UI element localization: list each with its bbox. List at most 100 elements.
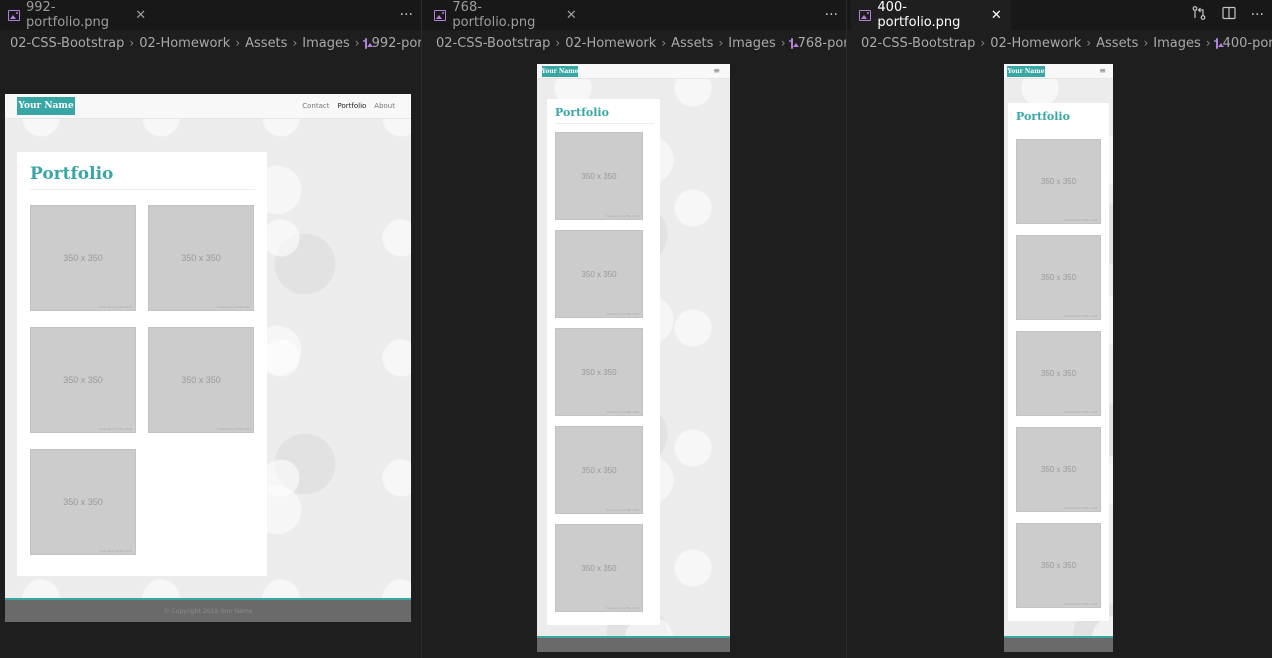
chevron-right-icon: › xyxy=(1086,36,1092,50)
image-file-icon xyxy=(8,9,20,21)
site-nav-links: Contact Portfolio About xyxy=(302,102,395,110)
breadcrumb-item[interactable]: Assets xyxy=(671,36,713,51)
placeholder-image: 350 x 350 Powered by HTML.COM xyxy=(555,132,643,220)
menu-toggle-icon[interactable]: ≡ xyxy=(713,66,720,75)
chevron-right-icon: › xyxy=(354,36,360,50)
breadcrumb-item[interactable]: Images xyxy=(728,36,776,51)
portfolio-screenshot-768: Your Name ≡ Portfolio 350 x 350 Powered b… xyxy=(537,64,730,652)
heading-divider xyxy=(30,189,255,190)
site-navbar: Your Name Contact Portfolio About xyxy=(5,94,411,119)
close-icon[interactable]: ✕ xyxy=(565,8,578,23)
breadcrumb: 02-CSS-Bootstrap › 02-Homework › Assets › I… xyxy=(0,30,421,56)
breadcrumb-item[interactable]: Images xyxy=(1153,36,1201,51)
image-preview-canvas: Your Name Contact Portfolio About Portfo… xyxy=(0,56,421,658)
image-file-icon xyxy=(434,9,447,21)
tab-bar: 400-portfolio.png ✕ ··· xyxy=(847,0,1272,30)
placeholder-image: 350 x 350 Powered by HTML.COM xyxy=(555,426,643,514)
placeholder-image: 350 x 350 Powered by HTML.COM xyxy=(1016,139,1101,224)
site-footer xyxy=(1004,636,1113,652)
image-file-icon xyxy=(1213,37,1224,49)
breadcrumb-item[interactable]: 02-Homework xyxy=(139,36,230,51)
nav-link-portfolio[interactable]: Portfolio xyxy=(338,102,367,110)
breadcrumb-item[interactable]: 02-Homework xyxy=(565,36,656,51)
breadcrumb-item[interactable]: 02-CSS-Bootstrap xyxy=(861,36,975,51)
nav-link-about[interactable]: About xyxy=(374,102,395,110)
site-footer xyxy=(537,636,730,652)
chevron-right-icon: › xyxy=(718,36,724,50)
breadcrumb-item[interactable]: Assets xyxy=(1096,36,1138,51)
editor-group-3: 400-portfolio.png ✕ ··· 02-CSS-Bootstrap… xyxy=(846,0,1272,658)
site-brand[interactable]: Your Name xyxy=(17,97,75,115)
placeholder-image: 350 x 350 Powered by HTML.COM xyxy=(1016,235,1101,320)
chevron-right-icon: › xyxy=(661,36,667,50)
tab-bar: 992-portfolio.png ✕ ··· xyxy=(0,0,421,30)
portfolio-heading: Portfolio xyxy=(555,106,609,119)
menu-toggle-icon[interactable]: ≡ xyxy=(1099,66,1106,75)
nav-link-contact[interactable]: Contact xyxy=(302,102,329,110)
chevron-right-icon: › xyxy=(235,36,241,50)
chevron-right-icon: › xyxy=(780,36,786,50)
placeholder-image: 350 x 350 Powered by HTML.COM xyxy=(30,327,136,433)
tab-label: 768-portfolio.png xyxy=(452,0,536,30)
breadcrumb-item[interactable]: Assets xyxy=(245,36,287,51)
breadcrumb-item[interactable]: 768-portfolio.png xyxy=(798,36,846,51)
breadcrumb: 02-CSS-Bootstrap › 02-Homework › Assets › I… xyxy=(847,30,1272,56)
more-actions-icon[interactable]: ··· xyxy=(825,7,838,23)
placeholder-image: 350 x 350 Powered by HTML.COM xyxy=(30,205,136,311)
breadcrumb-item[interactable]: 02-Homework xyxy=(990,36,1081,51)
placeholder-image: 350 x 350 Powered by HTML.COM xyxy=(148,327,254,433)
chevron-right-icon: › xyxy=(555,36,561,50)
chevron-right-icon: › xyxy=(1205,36,1211,50)
image-file-icon xyxy=(362,37,373,49)
placeholder-image: 350 x 350 Powered by HTML.COM xyxy=(1016,523,1101,608)
breadcrumb-item[interactable]: 400-portfolio.png xyxy=(1223,36,1272,51)
site-navbar: Your Name ≡ xyxy=(1004,64,1113,79)
placeholder-image: 350 x 350 Powered by HTML.COM xyxy=(148,205,254,311)
site-brand[interactable]: Your Name xyxy=(1007,66,1045,77)
placeholder-image: 350 x 350 Powered by HTML.COM xyxy=(555,230,643,318)
site-footer: © Copyright 2019 Your Name xyxy=(5,598,411,622)
portfolio-card: Portfolio 350 x 350 Powered by HTML.COM 3… xyxy=(547,99,660,625)
breadcrumb-item[interactable]: 02-CSS-Bootstrap xyxy=(436,36,550,51)
tab-768-portfolio[interactable]: 768-portfolio.png ✕ xyxy=(426,0,586,30)
breadcrumb: 02-CSS-Bootstrap › 02-Homework › Assets › I… xyxy=(422,30,846,56)
portfolio-heading: Portfolio xyxy=(30,164,114,184)
tab-992-portfolio[interactable]: 992-portfolio.png ✕ xyxy=(0,0,155,30)
open-changes-icon[interactable] xyxy=(1191,5,1207,25)
close-icon[interactable]: ✕ xyxy=(134,8,147,23)
image-preview-canvas: Your Name ≡ Portfolio 350 x 350 Powered b… xyxy=(847,56,1272,658)
chevron-right-icon: › xyxy=(1143,36,1149,50)
more-actions-icon[interactable]: ··· xyxy=(1251,7,1264,23)
placeholder-image: 350 x 350 Powered by HTML.COM xyxy=(555,524,643,612)
heading-divider xyxy=(555,123,654,124)
placeholder-image: 350 x 350 Powered by HTML.COM xyxy=(1016,427,1101,512)
portfolio-screenshot-992: Your Name Contact Portfolio About Portfo… xyxy=(5,94,411,622)
chevron-right-icon: › xyxy=(980,36,986,50)
placeholder-image: 350 x 350 Powered by HTML.COM xyxy=(555,328,643,416)
portfolio-card: Portfolio 350 x 350 Powered by HTML.COM 3… xyxy=(1008,103,1109,621)
placeholder-image: 350 x 350 Powered by HTML.COM xyxy=(1016,331,1101,416)
breadcrumb-item[interactable]: 02-CSS-Bootstrap xyxy=(10,36,124,51)
chevron-right-icon: › xyxy=(292,36,298,50)
tab-label: 992-portfolio.png xyxy=(26,0,110,30)
image-file-icon xyxy=(788,37,799,49)
site-brand[interactable]: Your Name xyxy=(542,66,578,77)
breadcrumb-item[interactable]: 992-portfolio.png xyxy=(372,36,421,51)
chevron-right-icon: › xyxy=(129,36,135,50)
tab-400-portfolio[interactable]: 400-portfolio.png ✕ xyxy=(851,0,1011,30)
portfolio-screenshot-400: Your Name ≡ Portfolio 350 x 350 Powered b… xyxy=(1004,64,1113,652)
site-navbar: Your Name ≡ xyxy=(537,64,730,79)
tab-label: 400-portfolio.png xyxy=(877,0,961,30)
editor-group-1: 992-portfolio.png ✕ ··· 02-CSS-Bootstrap… xyxy=(0,0,421,658)
image-preview-canvas: Your Name ≡ Portfolio 350 x 350 Powered b… xyxy=(422,56,846,658)
portfolio-card: Portfolio 350 x 350 Powered by HTML.COM 3… xyxy=(17,152,267,576)
more-actions-icon[interactable]: ··· xyxy=(400,7,413,23)
portfolio-heading: Portfolio xyxy=(1016,110,1070,123)
image-file-icon xyxy=(859,9,872,21)
editor-group-2: 768-portfolio.png ✕ ··· 02-CSS-Bootstrap… xyxy=(421,0,846,658)
breadcrumb-item[interactable]: Images xyxy=(302,36,350,51)
placeholder-image: 350 x 350 Powered by HTML.COM xyxy=(30,449,136,555)
split-editor-icon[interactable] xyxy=(1221,5,1237,25)
close-icon[interactable]: ✕ xyxy=(990,8,1003,23)
tab-bar: 768-portfolio.png ✕ ··· xyxy=(422,0,846,30)
